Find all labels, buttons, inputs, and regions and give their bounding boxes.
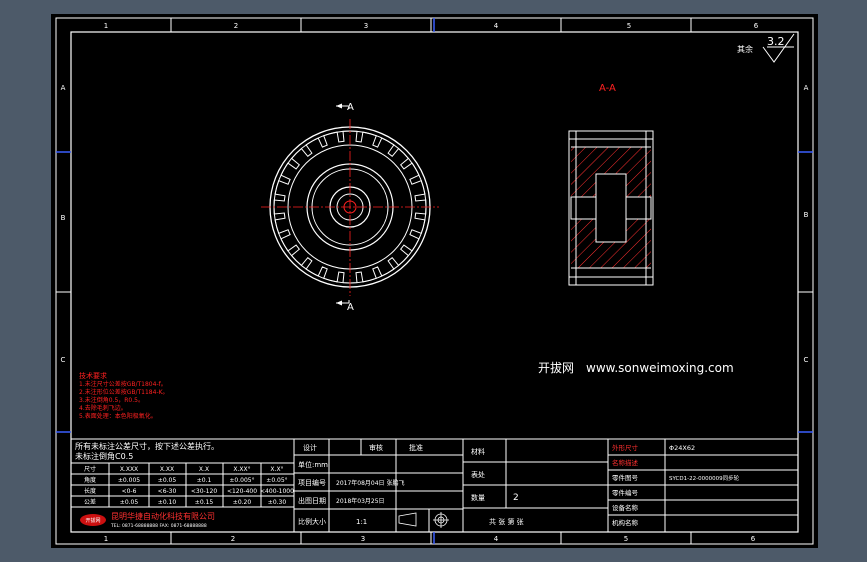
- company-logo-text: 开拔网: [85, 517, 100, 524]
- zone-bottom-3: 3: [361, 535, 365, 543]
- project-label: 项目编号: [298, 478, 326, 487]
- roughness-label: 其余: [737, 44, 753, 54]
- zone-right-c: C: [804, 356, 809, 364]
- watermark-url: www.sonweimoxing.com: [586, 361, 734, 375]
- sheet-label: 共 张 第 张: [489, 517, 524, 526]
- tol-r1-c5: <400-1000: [260, 488, 294, 495]
- tech-req-title: 技术要求: [79, 371, 107, 380]
- zone-bottom-6: 6: [751, 535, 756, 543]
- tol-r1-c2: <6-30: [158, 488, 177, 495]
- tol-r1-c1: <0-6: [122, 488, 137, 495]
- zone-top-4: 4: [494, 22, 499, 30]
- watermark-brand: 开拔网: [538, 360, 574, 375]
- size-label: 外形尺寸: [612, 443, 639, 452]
- zone-left-b: B: [61, 214, 66, 222]
- tol-r0-c5: ±0.05°: [266, 477, 287, 484]
- projection-symbol-icon: [398, 512, 449, 528]
- zone-bottom-5: 5: [624, 535, 628, 543]
- tol-r2-c0: 公差: [84, 498, 96, 506]
- project-value: 2017年08月04日 张鹏飞: [336, 479, 404, 487]
- inner-border: [70, 31, 799, 533]
- roughness-value: 3.2: [767, 35, 785, 48]
- zone-bottom-2: 2: [231, 535, 235, 543]
- machine-label: 设备名称: [612, 503, 639, 512]
- tech-req-item-4: 4.去除毛刺飞边。: [79, 404, 127, 412]
- tol-header-2: X.XX: [160, 466, 174, 473]
- tol-r0-c1: ±0.005: [118, 477, 140, 484]
- zone-top-2: 2: [234, 22, 238, 30]
- tech-req-item-2: 2.未注形位公差按GB/T1184-K。: [79, 388, 169, 396]
- zone-left-a: A: [61, 84, 66, 92]
- zone-top-5: 5: [627, 22, 631, 30]
- tol-r0-c0: 角度: [84, 476, 96, 484]
- tolerance-note-2: 未标注倒角C0.5: [75, 451, 133, 461]
- approve-label: 批准: [409, 443, 423, 452]
- scale-value: 1:1: [356, 518, 367, 526]
- tol-r1-c3: <30-120: [191, 488, 217, 495]
- tol-r0-c2: ±0.05: [158, 477, 177, 484]
- tech-req-item-5: 5.表面处理：本色阳极氧化。: [79, 412, 157, 420]
- qty-label: 数量: [471, 493, 485, 502]
- date-value: 2018年03月25日: [336, 497, 385, 505]
- tol-r0-c3: ±0.1: [197, 477, 212, 484]
- qty-value: 2: [513, 493, 519, 503]
- zone-top-1: 1: [104, 22, 108, 30]
- tol-r2-c5: ±0.30: [268, 499, 287, 506]
- drawing-no-value: SYCD1-22-0000009同步轮: [669, 474, 740, 482]
- unit-label: 单位:mm: [298, 460, 328, 469]
- tech-req-item-3: 3.未注倒角0.5，R0.5。: [79, 396, 144, 404]
- pulley-section-view: [568, 130, 654, 286]
- scale-label: 比例大小: [298, 517, 326, 526]
- zone-top-6: 6: [754, 22, 759, 30]
- zone-bottom-4: 4: [494, 535, 499, 543]
- tol-r1-c4: <120-400: [227, 488, 257, 495]
- design-label: 设计: [303, 443, 317, 452]
- zone-right-b: B: [804, 211, 809, 219]
- section-marker-top: A: [347, 102, 354, 113]
- part-no-label: 零件编号: [612, 488, 639, 497]
- tol-r0-c4: ±0.005°: [229, 477, 254, 484]
- process-label: 表处: [471, 470, 485, 479]
- customer-label: 机构名称: [612, 518, 639, 527]
- zone-bottom-1: 1: [104, 535, 108, 543]
- tol-r2-c2: ±0.10: [158, 499, 177, 506]
- drawing-sheet: 1 2 3 4 5 6 1 2 3 4 5 6 A B C A B C 其余 3…: [51, 14, 818, 548]
- tol-header-4: X.XX°: [233, 466, 250, 473]
- tol-header-5: X.X°: [270, 466, 283, 473]
- company-name: 昆明华捷自动化科技有限公司: [111, 511, 215, 521]
- tol-header-0: 尺寸: [84, 465, 96, 473]
- company-sub: TEL: 0871-68888888 FAX: 0871-68888888: [110, 523, 207, 529]
- tol-header-3: X.X: [199, 466, 209, 473]
- zone-left-c: C: [61, 356, 66, 364]
- tol-r2-c4: ±0.20: [233, 499, 252, 506]
- review-label: 审核: [369, 443, 383, 452]
- name-label: 名称描述: [612, 458, 639, 467]
- section-marker-bottom: A: [347, 302, 354, 313]
- zone-right-a: A: [804, 84, 809, 92]
- zone-top-3: 3: [364, 22, 368, 30]
- size-value: Φ24X62: [669, 444, 695, 452]
- tol-r2-c1: ±0.05: [120, 499, 139, 506]
- tech-req-item-1: 1.未注尺寸公差按GB/T1804-f。: [79, 380, 167, 388]
- material-label: 材料: [471, 447, 485, 456]
- tol-r2-c3: ±0.15: [195, 499, 214, 506]
- tolerance-note-1: 所有未标注公差尺寸，按下述公差执行。: [75, 441, 219, 451]
- tol-header-1: X.XXX: [120, 466, 138, 473]
- section-view-label: A-A: [599, 83, 616, 94]
- tol-r1-c0: 长度: [84, 487, 96, 495]
- drawing-no-label: 零件图号: [612, 473, 639, 482]
- date-label: 出图日期: [298, 496, 326, 505]
